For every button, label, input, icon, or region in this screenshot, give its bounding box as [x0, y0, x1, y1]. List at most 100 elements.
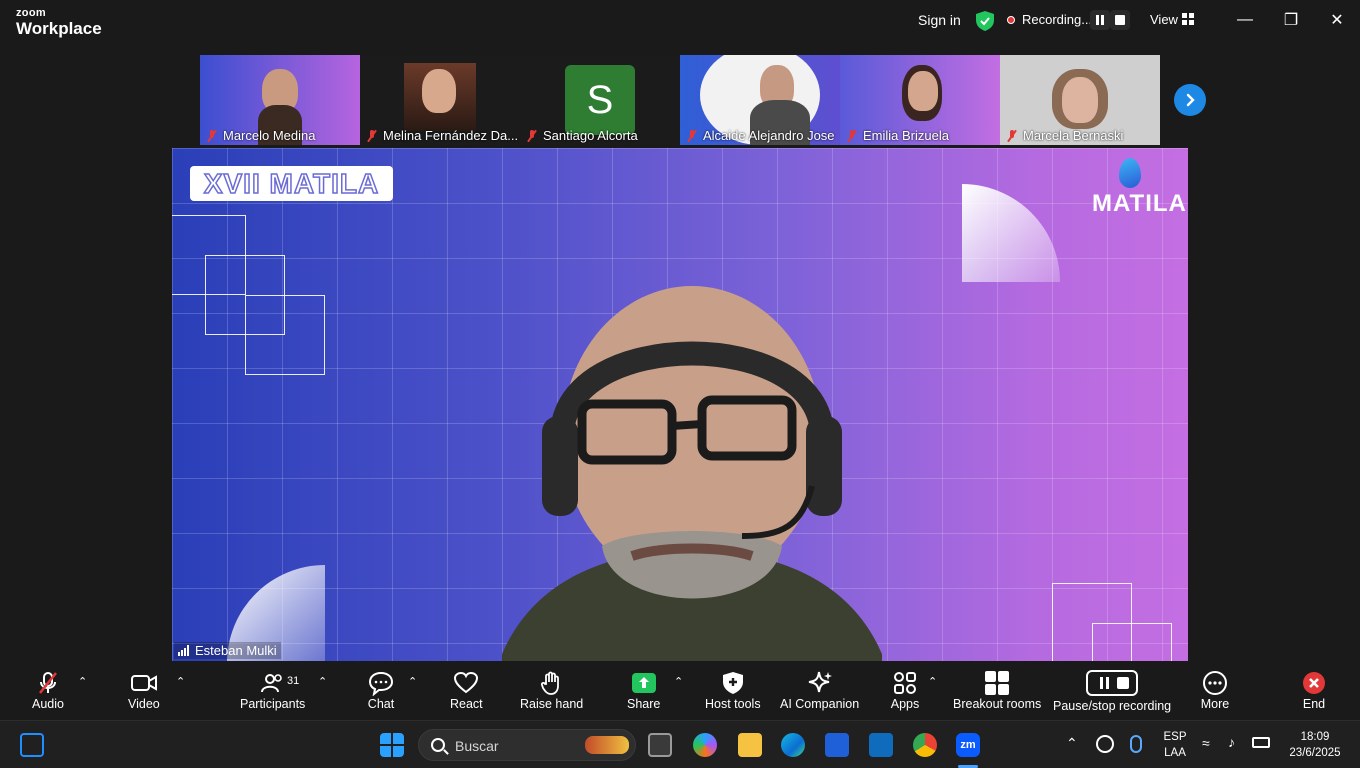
- thumbnail-tile[interactable]: Marcelo Medina: [200, 55, 360, 145]
- audio-options-caret-icon[interactable]: ⌃: [78, 675, 87, 688]
- onedrive-icon[interactable]: [1096, 735, 1114, 753]
- clock-date: 23/6/2025: [1289, 747, 1341, 759]
- participant-name: Melina Fernández Da...: [383, 128, 519, 143]
- audio-label: Audio: [32, 697, 64, 711]
- breakout-rooms-icon: [982, 669, 1012, 697]
- raise-hand-button[interactable]: Raise hand: [520, 669, 583, 711]
- view-grid-icon[interactable]: [1182, 13, 1194, 25]
- video-options-caret-icon[interactable]: ⌃: [176, 675, 185, 688]
- clock[interactable]: 18:09 23/6/2025: [1283, 729, 1347, 761]
- participants-label: Participants: [240, 697, 306, 711]
- raise-hand-label: Raise hand: [520, 697, 584, 711]
- thumbnail-tile[interactable]: Marcela Bernaski: [1000, 55, 1160, 145]
- react-button[interactable]: React: [450, 669, 483, 711]
- mic-muted-icon: [33, 669, 63, 697]
- participant-name: Emilia Brizuela: [863, 128, 949, 143]
- apps-options-caret-icon[interactable]: ⌃: [928, 675, 937, 688]
- participant-name: Alcaide Alejandro Jose: [703, 128, 835, 143]
- raise-hand-icon: [537, 669, 567, 697]
- search-icon: [431, 738, 445, 752]
- pause-recording-button[interactable]: [1090, 10, 1110, 30]
- mic-muted-icon: [846, 129, 858, 142]
- chat-label: Chat: [367, 697, 395, 711]
- host-tools-label: Host tools: [705, 697, 761, 711]
- participants-count: 31: [287, 675, 300, 687]
- apps-button[interactable]: Apps: [890, 669, 920, 711]
- matila-logo: MATILA: [1092, 158, 1186, 218]
- zoom-app-icon[interactable]: zm: [956, 733, 980, 757]
- language-indicator[interactable]: ESP LAA: [1160, 729, 1190, 761]
- pause-stop-recording-button[interactable]: Pause/stop recording: [1053, 669, 1171, 713]
- taskbar-search[interactable]: Buscar: [418, 729, 636, 761]
- end-meeting-button[interactable]: End: [1299, 669, 1329, 711]
- participants-options-caret-icon[interactable]: ⌃: [318, 675, 327, 688]
- sign-in-button[interactable]: Sign in: [918, 12, 961, 28]
- participant-video: [908, 71, 938, 111]
- task-view-icon[interactable]: [648, 733, 672, 757]
- thumbnail-tile[interactable]: S Santiago Alcorta: [520, 55, 680, 145]
- restore-button[interactable]: ❐: [1276, 8, 1306, 32]
- outlook-icon[interactable]: [869, 733, 893, 757]
- title-bar: zoom Workplace Sign in Recording... View…: [0, 0, 1360, 44]
- encryption-shield-icon[interactable]: [976, 11, 994, 31]
- microphone-tray-icon[interactable]: [1130, 735, 1142, 753]
- apps-icon: [890, 669, 920, 697]
- windows-taskbar: Buscar zm ⌃ ESP LAA ≈ ♪ 18:09 23/6/2025: [0, 720, 1360, 768]
- stop-recording-button[interactable]: [1110, 10, 1130, 30]
- volume-icon[interactable]: ♪: [1228, 734, 1235, 750]
- speaker-name: Esteban Mulki: [195, 643, 277, 658]
- windows-start-icon[interactable]: [380, 733, 404, 757]
- event-banner: XVII MATILA: [190, 166, 393, 201]
- breakout-rooms-label: Breakout rooms: [953, 697, 1042, 711]
- chat-button[interactable]: Chat: [366, 669, 396, 711]
- mic-muted-icon: [526, 129, 538, 142]
- mic-muted-icon: [206, 129, 218, 142]
- video-button[interactable]: Video: [128, 669, 160, 711]
- end-x-icon: [1299, 669, 1329, 697]
- edge-browser-icon[interactable]: [781, 733, 805, 757]
- chat-bubble-icon: [366, 669, 396, 697]
- share-button[interactable]: Share: [627, 669, 660, 711]
- video-label: Video: [128, 697, 160, 711]
- widgets-icon[interactable]: [20, 733, 44, 757]
- wifi-icon[interactable]: ≈: [1202, 735, 1210, 751]
- participant-thumbnails: Marcelo Medina Melina Fernández Da... S …: [200, 55, 1160, 145]
- show-hidden-icons-chevron-icon[interactable]: ⌃: [1066, 735, 1078, 751]
- battery-icon[interactable]: [1252, 737, 1270, 748]
- thumbnail-tile[interactable]: Alcaide Alejandro Jose: [680, 55, 840, 145]
- minimize-button[interactable]: —: [1230, 8, 1260, 32]
- decor-square: [1092, 623, 1172, 661]
- copilot-icon[interactable]: [693, 733, 717, 757]
- breakout-rooms-button[interactable]: Breakout rooms: [953, 669, 1041, 711]
- speaker-name-label: Esteban Mulki: [174, 642, 281, 659]
- ai-companion-button[interactable]: AI Companion: [780, 669, 859, 711]
- participant-name: Santiago Alcorta: [543, 128, 638, 143]
- thumbnail-tile[interactable]: Emilia Brizuela: [840, 55, 1000, 145]
- next-page-button[interactable]: [1174, 84, 1206, 116]
- file-explorer-icon[interactable]: [738, 733, 762, 757]
- recording-dot-icon: [1007, 16, 1015, 24]
- more-dots-icon: [1200, 669, 1230, 697]
- participant-video: [422, 69, 456, 113]
- signal-strength-icon: [178, 645, 189, 656]
- share-options-caret-icon[interactable]: ⌃: [674, 675, 683, 688]
- share-label: Share: [627, 697, 661, 711]
- meeting-toolbar: Audio ⌃ Video ⌃ Participants 31 ⌃ Chat ⌃…: [0, 665, 1360, 720]
- close-button[interactable]: ✕: [1322, 8, 1352, 32]
- audio-button[interactable]: Audio: [32, 669, 64, 711]
- participant-name: Marcela Bernaski: [1023, 128, 1124, 143]
- host-tools-button[interactable]: Host tools: [705, 669, 761, 711]
- mic-muted-icon: [366, 129, 378, 142]
- end-label: End: [1302, 697, 1326, 711]
- speaker-video-feed: [502, 286, 882, 661]
- chat-options-caret-icon[interactable]: ⌃: [408, 675, 417, 688]
- more-button[interactable]: More: [1200, 669, 1230, 711]
- chrome-icon[interactable]: [913, 733, 937, 757]
- language-code: ESP: [1163, 731, 1187, 743]
- microsoft-store-icon[interactable]: [825, 733, 849, 757]
- thumbnail-tile[interactable]: Melina Fernández Da...: [360, 55, 520, 145]
- sparkle-icon: [805, 669, 835, 697]
- view-button[interactable]: View: [1150, 12, 1178, 27]
- decor-square: [245, 295, 325, 375]
- clock-time: 18:09: [1300, 731, 1330, 743]
